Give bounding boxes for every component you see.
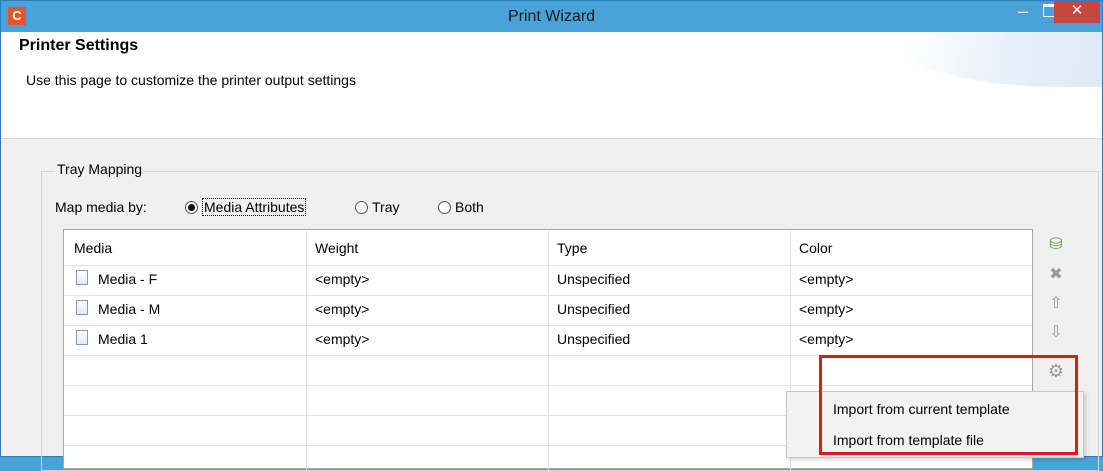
cell-weight: <empty>: [315, 331, 370, 347]
cell-color: <empty>: [799, 271, 854, 287]
red-highlight-box: [819, 355, 1078, 455]
radio-checked-icon[interactable]: [185, 201, 198, 214]
radio-both[interactable]: Both: [438, 197, 484, 217]
table-row[interactable]: Media - F <empty> Unspecified <empty>: [64, 265, 1032, 296]
radio-tray[interactable]: Tray: [355, 197, 399, 217]
print-wizard-window: C Print Wizard – ✕ Printer Settings Use …: [0, 0, 1103, 471]
move-up-icon[interactable]: ⇧: [1046, 294, 1066, 314]
table-header: Media Weight Type Color: [64, 230, 1032, 266]
cell-color: <empty>: [799, 331, 854, 347]
media-file-icon: [76, 300, 88, 315]
page-title: Printer Settings: [19, 37, 139, 54]
radio-unchecked-icon[interactable]: [438, 201, 451, 214]
column-header-color[interactable]: Color: [799, 240, 832, 256]
minimize-button[interactable]: –: [1010, 1, 1036, 23]
cell-type: Unspecified: [557, 301, 631, 317]
title-bar[interactable]: C Print Wizard – ✕: [1, 1, 1102, 32]
radio-media-attributes-label: Media Attributes: [202, 198, 307, 216]
close-button[interactable]: ✕: [1054, 1, 1100, 23]
radio-unchecked-icon[interactable]: [355, 201, 368, 214]
cell-weight: <empty>: [315, 271, 370, 287]
cell-type: Unspecified: [557, 331, 631, 347]
table-row[interactable]: Media - M <empty> Unspecified <empty>: [64, 295, 1032, 326]
cell-media: Media - F: [98, 271, 158, 287]
radio-media-attributes[interactable]: Media Attributes: [185, 197, 307, 217]
radio-both-label: Both: [455, 199, 484, 215]
column-header-weight[interactable]: Weight: [315, 240, 358, 256]
cell-media: Media 1: [98, 331, 148, 347]
cell-weight: <empty>: [315, 301, 370, 317]
column-header-media[interactable]: Media: [74, 240, 112, 256]
move-down-icon[interactable]: ⇩: [1046, 323, 1066, 343]
tray-mapping-label: Tray Mapping: [55, 161, 145, 177]
table-row[interactable]: Media 1 <empty> Unspecified <empty>: [64, 325, 1032, 356]
radio-tray-label: Tray: [372, 199, 400, 215]
media-file-icon: [76, 270, 88, 285]
media-file-icon: [76, 330, 88, 345]
cell-color: <empty>: [799, 301, 854, 317]
cell-media: Media - M: [98, 301, 161, 317]
delete-icon[interactable]: ✖: [1046, 265, 1066, 285]
map-media-by-label: Map media by:: [55, 199, 147, 215]
page-description: Use this page to customize the printer o…: [26, 72, 356, 88]
column-header-type[interactable]: Type: [557, 240, 587, 256]
add-media-icon[interactable]: ⛁: [1046, 235, 1066, 255]
window-title: Print Wizard: [507, 8, 596, 25]
cell-type: Unspecified: [557, 271, 631, 287]
